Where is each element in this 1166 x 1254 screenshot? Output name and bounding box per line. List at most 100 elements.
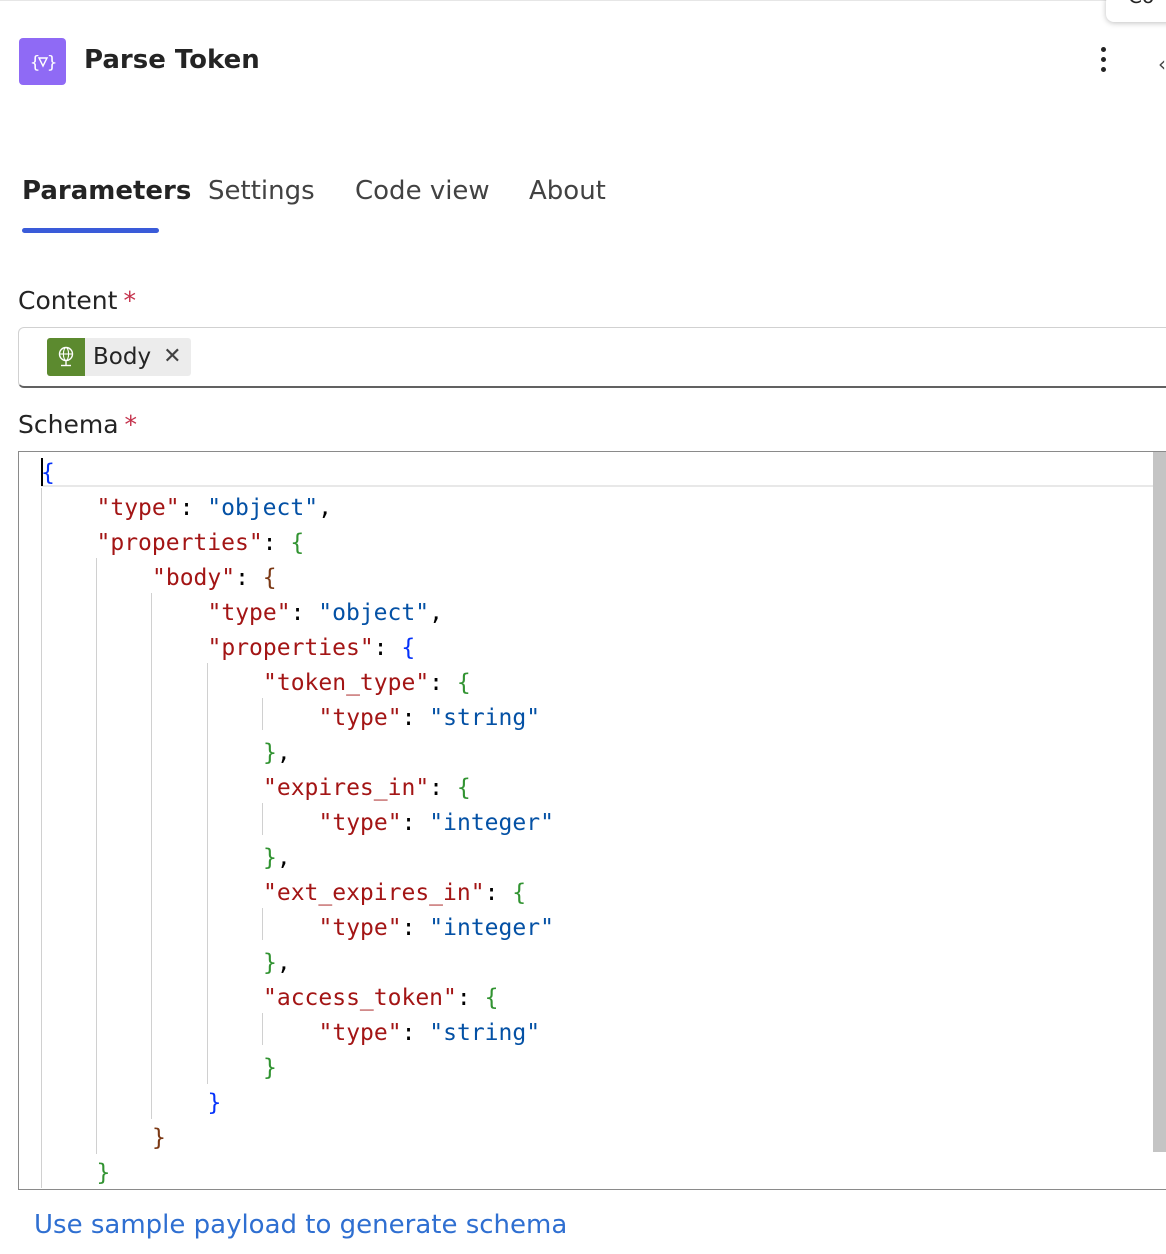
json-key: "type" bbox=[318, 705, 402, 731]
code-line: "type": "string" bbox=[319, 1016, 541, 1051]
json-string-value: "string" bbox=[429, 1020, 541, 1046]
code-line: } bbox=[263, 1051, 277, 1086]
punctuation: , bbox=[276, 845, 291, 871]
action-title[interactable]: Parse Token bbox=[84, 45, 260, 75]
indent-guide bbox=[262, 803, 263, 835]
indent-guide bbox=[262, 908, 263, 940]
tab-code-view[interactable]: Code view bbox=[355, 176, 490, 206]
more-dot-icon bbox=[1100, 47, 1106, 52]
required-mark: * bbox=[123, 286, 136, 315]
variable-braces-icon: { } bbox=[19, 38, 66, 85]
code-line: "type": "integer" bbox=[319, 911, 554, 946]
open-brace: { bbox=[512, 880, 527, 906]
json-key: "type" bbox=[207, 600, 291, 626]
json-key: "properties" bbox=[96, 530, 263, 556]
json-key: "type" bbox=[318, 915, 402, 941]
corner-popup[interactable]: Co bbox=[1106, 0, 1166, 22]
json-key: "type" bbox=[96, 495, 180, 521]
punctuation: : bbox=[262, 530, 291, 556]
schema-label: Schema * bbox=[18, 410, 137, 439]
code-line: { bbox=[41, 456, 55, 491]
body-token[interactable]: Body ✕ bbox=[47, 338, 191, 376]
punctuation: : bbox=[429, 775, 457, 801]
code-line: } bbox=[96, 1156, 111, 1189]
json-string-value: "integer" bbox=[429, 915, 554, 941]
code-line: } bbox=[208, 1086, 222, 1121]
code-line: } bbox=[152, 1121, 166, 1156]
json-key: "access_token" bbox=[263, 985, 457, 1011]
code-line: }, bbox=[263, 946, 291, 981]
code-line: "properties": { bbox=[97, 526, 305, 561]
punctuation: : bbox=[456, 985, 485, 1011]
http-globe-icon bbox=[47, 338, 85, 376]
punctuation: : bbox=[484, 880, 513, 906]
editor-scrollbar[interactable] bbox=[1153, 452, 1166, 1152]
punctuation: : bbox=[401, 1020, 430, 1046]
top-divider bbox=[0, 0, 1166, 1]
body-token-label: Body bbox=[93, 344, 152, 370]
open-brace: { bbox=[41, 460, 55, 486]
code-line: "token_type": { bbox=[263, 666, 471, 701]
indent-guide bbox=[41, 488, 42, 1188]
json-string-value: "string" bbox=[429, 705, 541, 731]
schema-label-text: Schema bbox=[18, 410, 119, 439]
corner-popup-text: Co bbox=[1128, 0, 1154, 8]
content-label-text: Content bbox=[18, 286, 118, 315]
json-string-value: "object" bbox=[207, 495, 319, 521]
code-line: "type": "integer" bbox=[319, 806, 554, 841]
indent-guide bbox=[151, 593, 152, 1119]
close-brace: } bbox=[96, 1160, 111, 1186]
content-input[interactable]: Body ✕ bbox=[18, 327, 1166, 388]
code-line: "expires_in": { bbox=[263, 771, 471, 806]
code-line: }, bbox=[263, 736, 291, 771]
more-options-button[interactable] bbox=[1088, 44, 1118, 80]
more-dot-icon bbox=[1100, 67, 1106, 72]
close-brace: } bbox=[263, 950, 277, 976]
json-string-value: "object" bbox=[318, 600, 430, 626]
open-brace: { bbox=[456, 670, 471, 696]
json-string-value: "integer" bbox=[429, 810, 554, 836]
close-brace: } bbox=[263, 845, 277, 871]
punctuation: : bbox=[290, 600, 319, 626]
punctuation: , bbox=[276, 740, 291, 766]
tab-about[interactable]: About bbox=[529, 176, 606, 206]
code-line: "access_token": { bbox=[263, 981, 498, 1016]
tab-parameters[interactable]: Parameters bbox=[22, 176, 191, 206]
punctuation: , bbox=[318, 495, 332, 521]
json-key: "body" bbox=[152, 565, 236, 591]
punctuation: : bbox=[373, 635, 402, 661]
current-line-highlight bbox=[41, 452, 1161, 487]
indent-guide bbox=[262, 698, 263, 730]
punctuation: , bbox=[276, 950, 291, 976]
close-brace: } bbox=[207, 1090, 222, 1116]
required-mark: * bbox=[124, 410, 138, 439]
svg-text:{: { bbox=[30, 53, 40, 73]
open-brace: { bbox=[484, 985, 499, 1011]
open-brace: { bbox=[456, 775, 471, 801]
schema-editor[interactable]: {"type": "object", "properties": {"body":… bbox=[18, 451, 1166, 1190]
code-line: "body": { bbox=[152, 561, 277, 596]
indent-guide bbox=[262, 1013, 263, 1045]
code-line: "type": "string" bbox=[319, 701, 541, 736]
code-line: "ext_expires_in": { bbox=[263, 876, 526, 911]
json-key: "type" bbox=[318, 1020, 402, 1046]
json-key: "token_type" bbox=[263, 670, 430, 696]
punctuation: : bbox=[429, 670, 457, 696]
close-brace: } bbox=[263, 1055, 277, 1081]
punctuation: : bbox=[401, 705, 430, 731]
punctuation: , bbox=[429, 600, 443, 626]
collapse-arrow-icon[interactable]: ‹ bbox=[1158, 52, 1166, 76]
code-line: "type": "object", bbox=[208, 596, 443, 631]
close-brace: } bbox=[152, 1125, 166, 1151]
punctuation: : bbox=[179, 495, 208, 521]
code-line: "type": "object", bbox=[97, 491, 332, 526]
punctuation: : bbox=[401, 915, 430, 941]
content-label: Content * bbox=[18, 286, 136, 315]
open-brace: { bbox=[401, 635, 416, 661]
close-icon[interactable]: ✕ bbox=[163, 346, 181, 368]
indent-guide bbox=[96, 558, 97, 1154]
open-brace: { bbox=[262, 565, 277, 591]
more-dot-icon bbox=[1100, 57, 1106, 62]
use-sample-payload-link[interactable]: Use sample payload to generate schema bbox=[34, 1210, 567, 1240]
tab-settings[interactable]: Settings bbox=[208, 176, 315, 206]
